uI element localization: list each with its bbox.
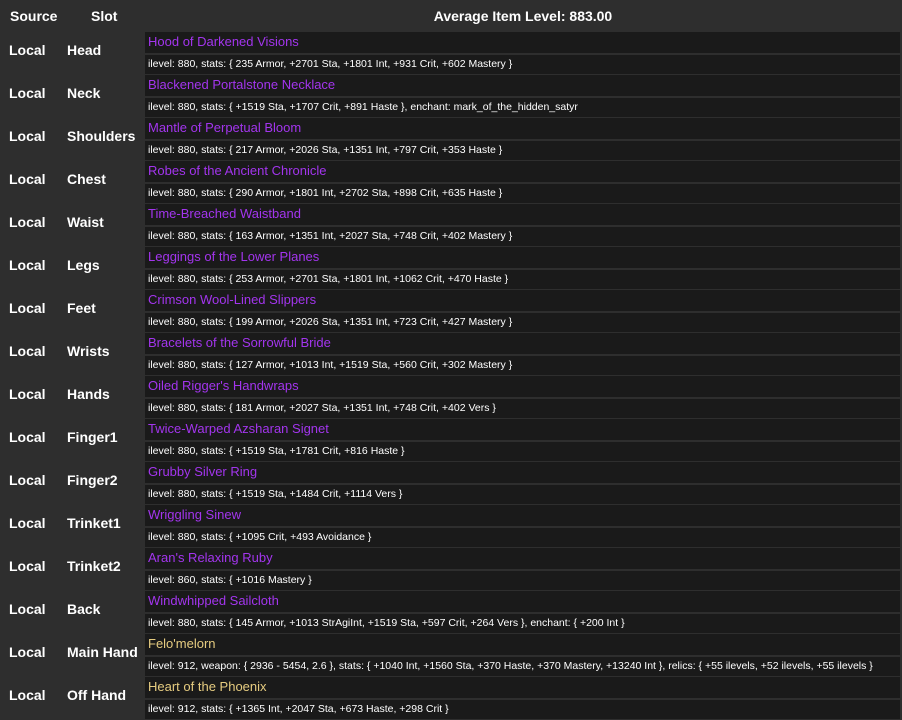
- item-name-link[interactable]: Bracelets of the Sorrowful Bride: [145, 333, 900, 354]
- item-slot: Feet: [67, 300, 96, 316]
- gear-row: Local Feet Crimson Wool-Lined Slippers ilev…: [0, 290, 902, 333]
- item-slot: Finger1: [67, 429, 118, 445]
- item-details: ilevel: 880, stats: { +1095 Crit, +493 A…: [145, 528, 900, 547]
- item-slot: Head: [67, 42, 102, 58]
- item-source: Local: [9, 300, 46, 316]
- item-details: ilevel: 880, stats: { 199 Armor, +2026 S…: [145, 313, 900, 332]
- item-details: ilevel: 912, stats: { +1365 Int, +2047 S…: [145, 700, 900, 719]
- gear-row: Local Trinket2 Aran's Relaxing Ruby ilevel:…: [0, 548, 902, 591]
- item-name-link[interactable]: Windwhipped Sailcloth: [145, 591, 900, 612]
- gear-row: Local Main Hand Felo'melorn ilevel: 912, we…: [0, 634, 902, 677]
- item-source: Local: [9, 515, 46, 531]
- gear-row: Local Chest Robes of the Ancient Chronicle…: [0, 161, 902, 204]
- item-source: Local: [9, 644, 46, 660]
- gear-row: Local Shoulders Mantle of Perpetual Bloom i…: [0, 118, 902, 161]
- gear-row: Local Hands Oiled Rigger's Handwraps ilevel…: [0, 376, 902, 419]
- item-slot: Back: [67, 601, 101, 617]
- item-slot: Trinket2: [67, 558, 121, 574]
- table-header: Source Slot Average Item Level: 883.00: [0, 0, 902, 32]
- item-slot: Shoulders: [67, 128, 136, 144]
- item-source: Local: [9, 42, 46, 58]
- gear-row: Local Finger2 Grubby Silver Ring ilevel: 88…: [0, 462, 902, 505]
- item-name-link[interactable]: Wriggling Sinew: [145, 505, 900, 526]
- gear-row: Local Back Windwhipped Sailcloth ilevel: 88…: [0, 591, 902, 634]
- item-slot: Main Hand: [67, 644, 138, 660]
- item-slot: Finger2: [67, 472, 118, 488]
- item-details: ilevel: 860, stats: { +1016 Mastery }: [145, 571, 900, 590]
- item-name-link[interactable]: Grubby Silver Ring: [145, 462, 900, 483]
- item-name-link[interactable]: Blackened Portalstone Necklace: [145, 75, 900, 96]
- item-details: ilevel: 880, stats: { 145 Armor, +1013 S…: [145, 614, 900, 633]
- item-details: ilevel: 880, stats: { 290 Armor, +1801 I…: [145, 184, 900, 203]
- item-source: Local: [9, 472, 46, 488]
- item-details: ilevel: 880, stats: { 235 Armor, +2701 S…: [145, 55, 900, 74]
- item-name-link[interactable]: Oiled Rigger's Handwraps: [145, 376, 900, 397]
- item-source: Local: [9, 687, 46, 703]
- item-details: ilevel: 880, stats: { +1519 Sta, +1781 C…: [145, 442, 900, 461]
- item-slot: Hands: [67, 386, 110, 402]
- item-name-link[interactable]: Robes of the Ancient Chronicle: [145, 161, 900, 182]
- item-details: ilevel: 880, stats: { +1519 Sta, +1484 C…: [145, 485, 900, 504]
- gear-row: Local Legs Leggings of the Lower Planes ile…: [0, 247, 902, 290]
- item-source: Local: [9, 343, 46, 359]
- item-slot: Wrists: [67, 343, 110, 359]
- item-slot: Off Hand: [67, 687, 127, 703]
- item-slot: Waist: [67, 214, 104, 230]
- gear-row: Local Wrists Bracelets of the Sorrowful Br…: [0, 333, 902, 376]
- gear-row: Local Off Hand Heart of the Phoenix ilevel:…: [0, 677, 902, 720]
- gear-row: Local Neck Blackened Portalstone Necklace i…: [0, 75, 902, 118]
- item-details: ilevel: 880, stats: { 127 Armor, +1013 I…: [145, 356, 900, 375]
- item-details: ilevel: 880, stats: { 253 Armor, +2701 S…: [145, 270, 900, 289]
- item-name-link[interactable]: Hood of Darkened Visions: [145, 32, 900, 53]
- item-name-link[interactable]: Time-Breached Waistband: [145, 204, 900, 225]
- item-details: ilevel: 880, stats: { 181 Armor, +2027 S…: [145, 399, 900, 418]
- item-name-link[interactable]: Heart of the Phoenix: [145, 677, 900, 698]
- item-source: Local: [9, 214, 46, 230]
- item-source: Local: [9, 601, 46, 617]
- average-item-level-header: Average Item Level: 883.00: [433, 8, 613, 24]
- item-source: Local: [9, 558, 46, 574]
- item-name-link[interactable]: Crimson Wool-Lined Slippers: [145, 290, 900, 311]
- item-name-link[interactable]: Aran's Relaxing Ruby: [145, 548, 900, 569]
- item-name-link[interactable]: Twice-Warped Azsharan Signet: [145, 419, 900, 440]
- item-source: Local: [9, 429, 46, 445]
- item-slot: Trinket1: [67, 515, 121, 531]
- item-source: Local: [9, 386, 46, 402]
- item-slot: Chest: [67, 171, 106, 187]
- item-slot: Neck: [67, 85, 101, 101]
- gear-row: Local Trinket1 Wriggling Sinew ilevel: 880,…: [0, 505, 902, 548]
- item-source: Local: [9, 128, 46, 144]
- gear-row: Local Waist Time-Breached Waistband ilevel:…: [0, 204, 902, 247]
- item-details: ilevel: 880, stats: { 217 Armor, +2026 S…: [145, 141, 900, 160]
- item-source: Local: [9, 257, 46, 273]
- item-name-link[interactable]: Felo'melorn: [145, 634, 900, 655]
- item-details: ilevel: 912, weapon: { 2936 - 5454, 2.6 …: [145, 657, 900, 676]
- gear-row: Local Head Hood of Darkened Visions ilevel:…: [0, 32, 902, 75]
- gear-table: Source Slot Average Item Level: 883.00 L…: [0, 0, 902, 720]
- gear-row: Local Finger1 Twice-Warped Azsharan Signet…: [0, 419, 902, 462]
- item-details: ilevel: 880, stats: { 163 Armor, +1351 I…: [145, 227, 900, 246]
- item-details: ilevel: 880, stats: { +1519 Sta, +1707 C…: [145, 98, 900, 117]
- item-name-link[interactable]: Mantle of Perpetual Bloom: [145, 118, 900, 139]
- item-source: Local: [9, 85, 46, 101]
- item-name-link[interactable]: Leggings of the Lower Planes: [145, 247, 900, 268]
- source-column-header: Source: [10, 8, 58, 24]
- item-slot: Legs: [67, 257, 100, 273]
- item-source: Local: [9, 171, 46, 187]
- gear-rows: Local Head Hood of Darkened Visions ilevel:…: [0, 32, 902, 720]
- slot-column-header: Slot: [91, 8, 118, 24]
